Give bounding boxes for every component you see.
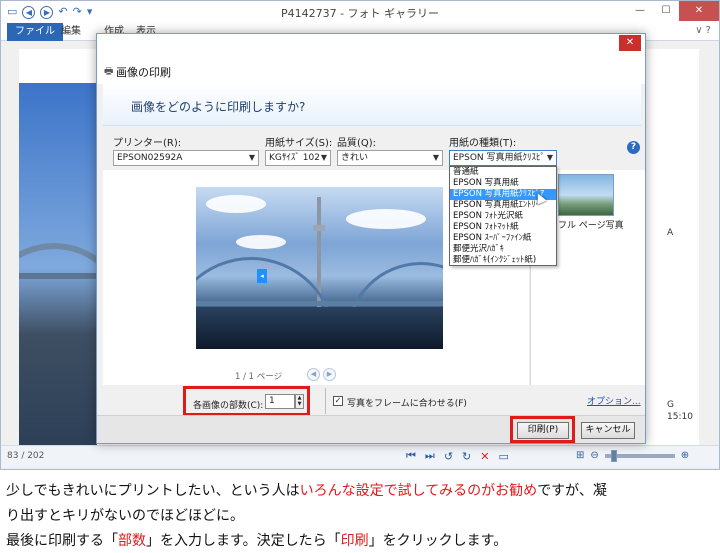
maximize-button[interactable]: ☐: [653, 1, 679, 21]
river: [196, 307, 443, 349]
paper-size-value: KGｻｲｽﾞ 102: [269, 153, 320, 163]
paper-size-select[interactable]: KGｻｲｽﾞ 102 ▼: [265, 150, 331, 166]
next-page-button[interactable]: ▶: [323, 368, 336, 381]
caption-text: 少しでもきれいにプリントしたい、という人はいろんな設定で試してみるのがお勧めです…: [6, 479, 718, 553]
status-bar: 83 / 202 ⏮ ⏭ ↺ ↻ ✕ ▭ ⊞ ⊖ ⊕: [1, 445, 719, 467]
dialog-title-bar: ✕: [97, 34, 645, 56]
dialog-question: 画像をどのように印刷しますか?: [131, 100, 306, 114]
bridge-deck: [19, 273, 97, 423]
chevron-down-icon: ▼: [546, 153, 553, 162]
caption-line-1: 少しでもきれいにプリントしたい、という人はいろんな設定で試してみるのがお勧めです…: [6, 479, 718, 504]
info-time: 15:10: [667, 412, 693, 422]
prev-page-button[interactable]: ◀: [307, 368, 320, 381]
caption-emphasis: いろんな設定で試してみるのがお勧め: [299, 483, 538, 499]
cancel-button[interactable]: キャンセル: [581, 422, 635, 439]
chevron-down-icon: ▼: [248, 153, 255, 162]
zoom-in-icon[interactable]: ⊕: [681, 450, 689, 461]
caption-line-2: り出すとキリがないのでほどほどに。: [6, 508, 244, 524]
divider: [325, 388, 326, 414]
printer-icon: 🖶: [104, 66, 114, 77]
caption-line-3: 最後に印刷する「部数」を入力します。決定したら「印刷」をクリックします。: [6, 529, 718, 553]
delete-icon[interactable]: ✕: [480, 450, 489, 463]
quality-select[interactable]: きれい ▼: [337, 150, 443, 166]
paper-type-option[interactable]: EPSON 写真用紙: [450, 178, 556, 189]
printer-select[interactable]: EPSON02592A ▼: [113, 150, 259, 166]
thumbnail-label: フル ページ写真: [558, 221, 624, 231]
caption-segment: ですが、凝: [537, 483, 607, 499]
layout-thumbnail-full-page[interactable]: [558, 174, 614, 216]
caption-emphasis: 印刷: [340, 533, 369, 549]
paper-type-value: EPSON 写真用紙ｸﾘｽﾋﾟ: [453, 153, 546, 163]
options-link[interactable]: オプション...: [587, 394, 641, 407]
paper-type-select[interactable]: EPSON 写真用紙ｸﾘｽﾋﾟ ▼: [449, 150, 557, 166]
close-button[interactable]: ✕: [679, 1, 719, 21]
tab-edit[interactable]: 編集: [53, 23, 89, 41]
pin-icon: ◂: [257, 269, 267, 283]
ribbon-help-icon[interactable]: ∨ ?: [695, 25, 711, 36]
page-indicator: 1 / 1 ページ: [235, 372, 283, 382]
bridge-span: [196, 301, 443, 306]
copies-highlight-box: [183, 386, 310, 416]
preview-photo: ◂: [196, 187, 443, 349]
next-icon[interactable]: ⏭: [425, 449, 435, 463]
paper-type-dropdown: 普通紙 EPSON 写真用紙 EPSON 写真用紙ｸﾘｽﾋﾟｱ EPSON 写真…: [449, 166, 557, 266]
paper-type-option[interactable]: EPSON ｽｰﾊﾟｰﾌｧｲﾝ紙: [450, 233, 556, 244]
dialog-banner: 画像をどのように印刷しますか?: [103, 84, 641, 126]
info-line: G: [667, 400, 674, 410]
playback-controls: ⏮ ⏭ ↺ ↻ ✕ ▭: [406, 449, 509, 463]
caption-segment: 」をクリックします。: [368, 533, 508, 549]
rotate-right-icon[interactable]: ↻: [462, 450, 471, 463]
background-photo: [19, 83, 97, 453]
paper-type-option[interactable]: EPSON ﾌｫﾄﾏｯﾄ紙: [450, 222, 556, 233]
cloud: [346, 209, 426, 229]
rotate-left-icon[interactable]: ↺: [444, 450, 453, 463]
zoom-slider-thumb[interactable]: [610, 449, 617, 462]
window-controls: — ☐ ✕: [627, 1, 719, 21]
zoom-out-icon[interactable]: ⊖: [590, 450, 598, 461]
printer-label: プリンター(R):: [113, 138, 182, 149]
paper-size-label: 用紙サイズ(S):: [265, 138, 333, 149]
actual-size-icon[interactable]: ⊞: [576, 450, 584, 461]
info-line: A: [667, 228, 674, 238]
cloud: [236, 235, 286, 249]
zoom-slider[interactable]: [604, 449, 675, 462]
dialog-title: 画像の印刷: [116, 66, 171, 79]
caption-segment: 」を入力します。決定したら「: [146, 533, 341, 549]
paper-type-option[interactable]: 普通紙: [450, 167, 556, 178]
paper-type-label: 用紙の種類(T):: [449, 138, 517, 149]
help-icon[interactable]: ?: [627, 141, 640, 154]
photo-count: 83 / 202: [7, 451, 45, 461]
dialog-header: 🖶 画像の印刷: [97, 56, 645, 84]
paper-type-option[interactable]: 郵便ﾊｶﾞｷ(ｲﾝｸｼﾞｪｯﾄ紙): [450, 255, 556, 266]
previous-icon[interactable]: ⏮: [406, 449, 416, 463]
print-highlight-box: [510, 416, 575, 443]
minimize-button[interactable]: —: [627, 1, 653, 21]
slideshow-icon[interactable]: ▭: [498, 450, 508, 463]
dialog-close-button[interactable]: ✕: [619, 35, 641, 51]
paper-type-option[interactable]: EPSON ﾌｫﾄ光沢紙: [450, 211, 556, 222]
caption-segment: 最後に印刷する「: [6, 533, 118, 549]
title-bar: ▭ ◀ ▶ ↶ ↷ ▾ P4142737 - フォト ギャラリー — ☐ ✕: [1, 1, 719, 23]
chevron-down-icon: ▼: [432, 153, 439, 162]
tower-deck: [313, 225, 325, 231]
zoom-controls: ⊞ ⊖ ⊕: [576, 449, 689, 462]
paper-type-option[interactable]: 郵便光沢ﾊｶﾞｷ: [450, 244, 556, 255]
window-title: P4142737 - フォト ギャラリー: [280, 7, 440, 20]
printer-value: EPSON02592A: [117, 153, 183, 163]
caption-emphasis: 部数: [118, 533, 146, 549]
chevron-down-icon: ▼: [320, 153, 327, 162]
quality-value: きれい: [341, 153, 369, 163]
photo-info-panel: A G 15:10: [667, 227, 693, 423]
cloud: [206, 195, 266, 213]
caption-segment: 少しでもきれいにプリントしたい、という人は: [6, 483, 300, 499]
print-dialog: ✕ 🖶 画像の印刷 画像をどのように印刷しますか? プリンター(R): EPSO…: [96, 33, 646, 444]
fit-frame-checkbox[interactable]: ✓: [333, 396, 343, 406]
fit-frame-label: 写真をフレームに合わせる(F): [347, 399, 467, 409]
quality-label: 品質(Q):: [337, 138, 377, 149]
